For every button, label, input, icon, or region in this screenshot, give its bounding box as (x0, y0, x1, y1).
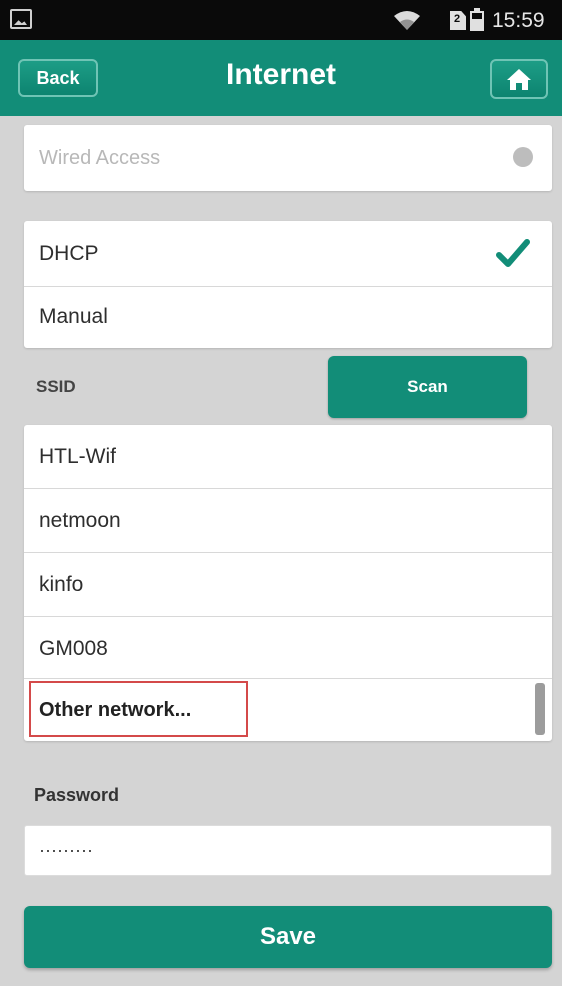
scrollbar[interactable] (535, 683, 545, 735)
wired-access-card: Wired Access (24, 125, 552, 191)
network-item-htl-wif[interactable]: HTL-Wif (24, 425, 552, 488)
dhcp-option[interactable]: DHCP (24, 221, 552, 286)
app-header: Back Internet (0, 40, 562, 116)
password-field[interactable] (24, 825, 552, 876)
save-button[interactable]: Save (24, 906, 552, 968)
battery-icon (470, 8, 484, 31)
sim-label: 2 (454, 13, 461, 25)
image-icon (10, 9, 32, 29)
status-bar: 2 15:59 (0, 0, 562, 40)
home-button[interactable] (490, 59, 548, 99)
wired-access-label: Wired Access (39, 146, 161, 169)
network-item-gm008[interactable]: GM008 (24, 617, 552, 680)
status-time: 15:59 (492, 9, 545, 32)
manual-option[interactable]: Manual (24, 286, 552, 348)
wired-access-toggle[interactable] (513, 147, 533, 167)
highlight-box (29, 681, 248, 737)
network-item-netmoon[interactable]: netmoon (24, 489, 552, 552)
ssid-label: SSID (36, 377, 76, 396)
sim-icon: 2 (450, 11, 466, 30)
password-label: Password (34, 785, 120, 805)
page-title: Internet (225, 58, 336, 91)
checkmark-icon (496, 239, 530, 267)
dhcp-label: DHCP (39, 241, 99, 265)
network-item-kinfo[interactable]: kinfo (24, 553, 552, 616)
home-icon (507, 69, 531, 90)
network-list: HTL-Wif netmoon kinfo GM008 Other networ… (24, 425, 552, 741)
ip-mode-card: DHCP Manual (24, 221, 552, 348)
scan-button[interactable]: Scan (328, 356, 527, 418)
manual-label: Manual (39, 305, 108, 328)
wifi-icon (394, 11, 420, 30)
